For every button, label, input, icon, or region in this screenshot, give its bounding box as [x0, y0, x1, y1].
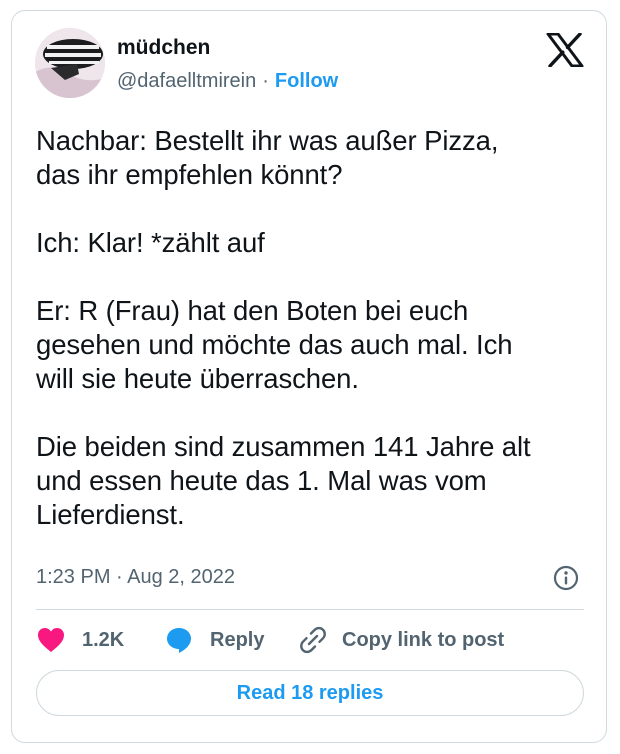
copy-link-button[interactable]: Copy link to post: [298, 622, 504, 658]
x-logo-icon[interactable]: [546, 32, 584, 68]
follow-button[interactable]: Follow: [275, 70, 338, 92]
x-logo-graphic: [546, 32, 584, 68]
reply-button[interactable]: Reply: [164, 622, 264, 658]
author-name[interactable]: müdchen: [117, 36, 210, 60]
separator-dot: ·: [262, 70, 269, 92]
avatar[interactable]: [35, 28, 105, 98]
author-handle[interactable]: @dafaelltmirein: [117, 70, 256, 92]
copy-link-label: Copy link to post: [342, 628, 505, 651]
heart-icon: [38, 628, 64, 652]
post-text: Nachbar: Bestellt ihr was außer Pizza, d…: [36, 125, 531, 530]
avatar-image: [35, 28, 105, 98]
read-replies-button[interactable]: Read 18 replies: [36, 670, 584, 716]
info-icon[interactable]: [553, 565, 579, 591]
post-timestamp[interactable]: 1:23 PM · Aug 2, 2022: [36, 566, 235, 589]
like-count: 1.2K: [82, 628, 125, 651]
link-icon: [300, 626, 326, 654]
speech-bubble-icon: [167, 628, 191, 653]
reply-label: Reply: [210, 628, 265, 651]
read-replies-label: Read 18 replies: [236, 681, 384, 704]
divider: [36, 609, 584, 610]
info-icon-graphic: [553, 565, 579, 591]
author-handle-row: @dafaelltmirein · Follow: [117, 70, 338, 93]
like-button[interactable]: 1.2K: [36, 622, 124, 658]
